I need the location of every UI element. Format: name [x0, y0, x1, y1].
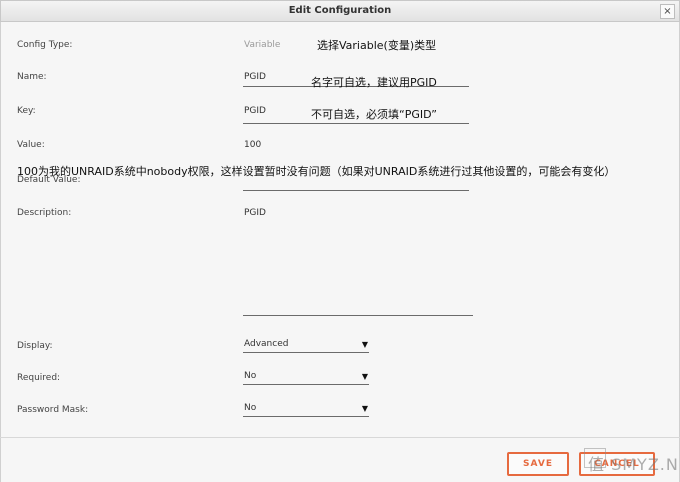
default-value-label: Default Value:: [17, 175, 81, 185]
required-label: Required:: [17, 373, 61, 383]
description-underline: [243, 315, 473, 316]
close-icon[interactable]: ×: [660, 4, 675, 19]
key-input-underline: [243, 123, 469, 124]
edit-configuration-form: Config Type: Variable 选择Variable(变量)类型 N…: [0, 22, 680, 482]
password-mask-select[interactable]: No ▼: [243, 403, 369, 417]
name-annotation: 名字可自选，建议用PGID: [311, 76, 437, 89]
required-select-value: No: [244, 371, 257, 381]
name-label: Name:: [17, 72, 47, 82]
caret-down-icon: ▼: [361, 404, 368, 413]
key-input[interactable]: PGID: [244, 106, 266, 116]
config-type-label: Config Type:: [17, 40, 73, 50]
name-input[interactable]: PGID: [244, 72, 266, 82]
password-mask-select-value: No: [244, 403, 257, 413]
footer-divider: [0, 437, 680, 438]
password-mask-label: Password Mask:: [17, 405, 89, 415]
key-annotation: 不可自选，必须填“PGID”: [311, 108, 437, 121]
display-select[interactable]: Advanced ▼: [243, 339, 369, 353]
key-label: Key:: [17, 106, 36, 116]
description-textarea[interactable]: PGID: [244, 208, 266, 218]
caret-down-icon: ▼: [361, 372, 368, 381]
value-input[interactable]: 100: [244, 140, 261, 150]
caret-down-icon: ▼: [361, 340, 368, 349]
required-select[interactable]: No ▼: [243, 371, 369, 385]
display-select-value: Advanced: [244, 339, 289, 349]
default-value-underline: [243, 190, 469, 191]
value-label: Value:: [17, 140, 45, 150]
config-type-annotation: 选择Variable(变量)类型: [317, 39, 437, 52]
dialog-titlebar: Edit Configuration ×: [0, 0, 680, 22]
display-label: Display:: [17, 341, 53, 351]
description-label: Description:: [17, 208, 72, 218]
value-annotation: 100为我的UNRAID系统中nobody权限，这样设置暂时没有问题（如果对UN…: [17, 165, 616, 178]
dialog-title: Edit Configuration: [288, 5, 392, 16]
watermark-text: 值 SMYZ.NET: [588, 455, 680, 474]
save-button[interactable]: SAVE: [507, 452, 569, 476]
config-type-select[interactable]: Variable: [244, 40, 280, 50]
